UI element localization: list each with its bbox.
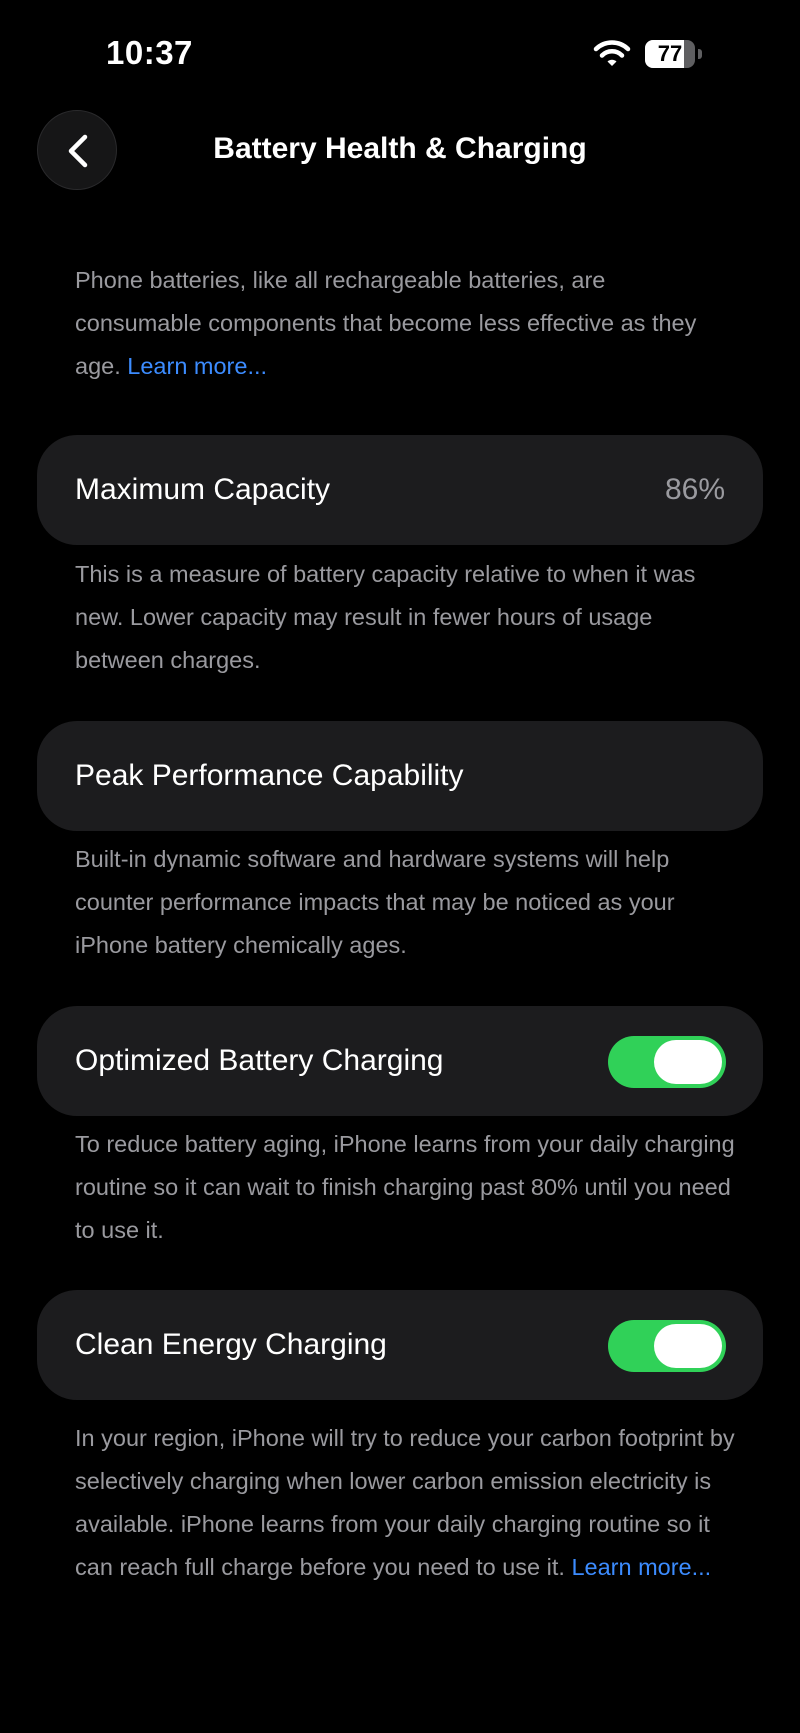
learn-more-link[interactable]: Learn more... [571,1554,711,1580]
status-bar: 10:37 77 [0,0,800,100]
battery-icon: 77 [645,40,702,68]
learn-more-link[interactable]: Learn more... [127,353,267,379]
clean-energy-label: Clean Energy Charging [75,1328,387,1361]
maximum-capacity-label: Maximum Capacity [75,473,331,506]
battery-percent: 77 [657,41,683,66]
chevron-left-icon [68,134,88,168]
peak-performance-label: Peak Performance Capability [75,759,464,792]
wifi-icon [592,38,632,68]
optimized-charging-row: Optimized Battery Charging [37,1006,763,1116]
back-button[interactable] [37,110,117,190]
status-time: 10:37 [106,34,193,71]
toggle-knob [654,1324,722,1368]
clean-energy-description: In your region, iPhone will try to reduc… [75,1417,735,1589]
optimized-charging-description: To reduce battery aging, iPhone learns f… [75,1131,735,1243]
page-title: Battery Health & Charging [213,132,587,165]
battery-body: 77 [645,40,695,68]
peak-performance-row[interactable]: Peak Performance Capability [37,721,763,831]
optimized-charging-label: Optimized Battery Charging [75,1044,444,1077]
maximum-capacity-description: This is a measure of battery capacity re… [75,561,696,673]
peak-performance-description: Built-in dynamic software and hardware s… [75,846,675,958]
optimized-charging-toggle[interactable] [608,1036,726,1088]
clean-energy-toggle[interactable] [608,1320,726,1372]
maximum-capacity-value: 86% [664,473,725,506]
battery-tip [698,49,702,59]
intro-description: Phone batteries, like all rechargeable b… [75,259,735,388]
toggle-knob [654,1040,722,1084]
clean-energy-row: Clean Energy Charging [37,1290,763,1400]
maximum-capacity-row: Maximum Capacity 86% [37,435,763,545]
